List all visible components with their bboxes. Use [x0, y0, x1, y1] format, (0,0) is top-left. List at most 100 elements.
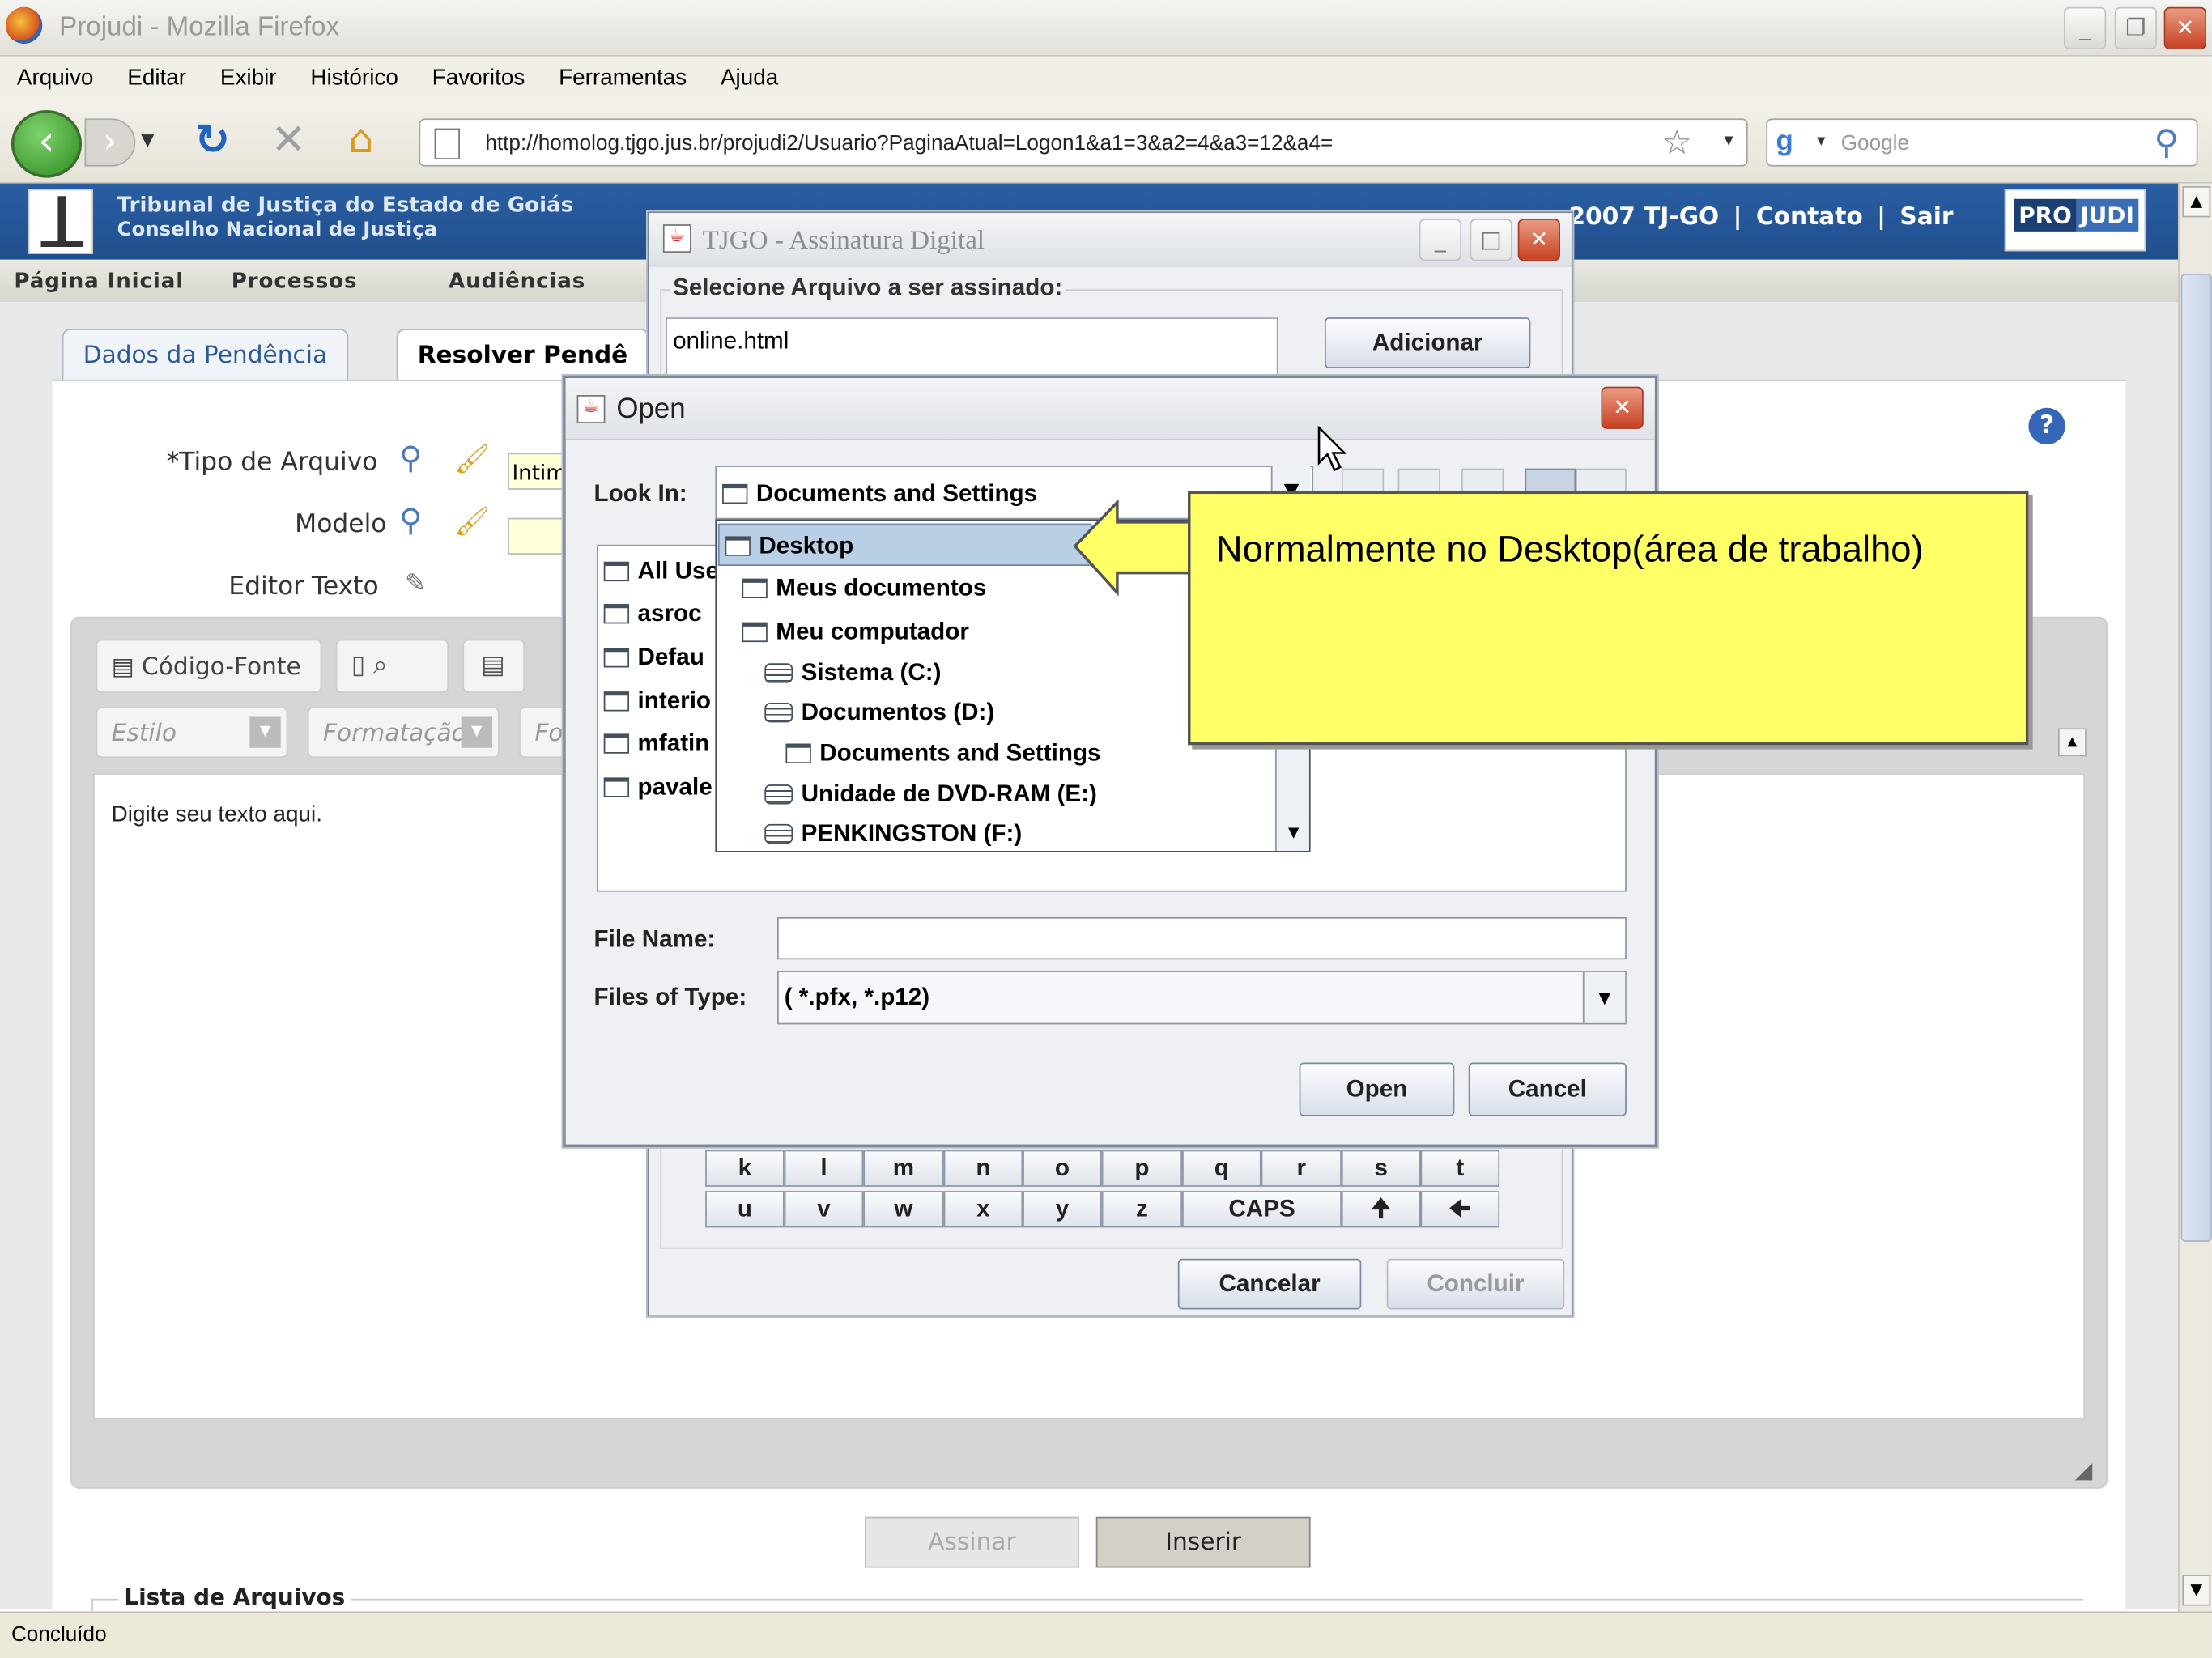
- dropdown-item-meus-documentos[interactable]: Meus documentos: [742, 574, 986, 602]
- key-q[interactable]: q: [1182, 1150, 1261, 1187]
- search-icon[interactable]: ⚲: [399, 504, 422, 539]
- sair-link[interactable]: Sair: [1899, 203, 1953, 232]
- key-s[interactable]: s: [1341, 1150, 1421, 1187]
- editor-texto-label: Editor Texto: [228, 571, 379, 602]
- key-y[interactable]: y: [1023, 1191, 1102, 1228]
- url-bar[interactable]: http://homolog.tjgo.jus.br/projudi2/Usua…: [419, 118, 1748, 167]
- dropdown-item-desktop[interactable]: Desktop: [717, 523, 1092, 566]
- close-button[interactable]: ✕: [1517, 219, 1560, 261]
- window-title: Projudi - Mozilla Firefox: [59, 12, 340, 43]
- new-page-icon[interactable]: ▯ ⌕: [335, 639, 449, 693]
- selected-file-field[interactable]: online.html: [666, 317, 1278, 377]
- stop-icon[interactable]: ✕: [271, 116, 307, 165]
- key-m[interactable]: m: [863, 1150, 944, 1187]
- nav-pagina-inicial[interactable]: Página Inicial: [14, 268, 184, 293]
- close-button[interactable]: ✕: [1601, 386, 1644, 429]
- dropdown-item-meu-computador[interactable]: Meu computador: [742, 618, 969, 646]
- inserir-button[interactable]: Inserir: [1095, 1516, 1311, 1568]
- minimize-button[interactable]: _: [2063, 6, 2107, 50]
- key-backspace-arrow-icon[interactable]: 🠈: [1420, 1191, 1500, 1228]
- list-item[interactable]: Defau: [603, 644, 704, 672]
- history-dropdown-icon[interactable]: ▼: [141, 130, 154, 149]
- key-p[interactable]: p: [1101, 1150, 1183, 1187]
- menu-arquivo[interactable]: Arquivo: [17, 66, 94, 91]
- back-button[interactable]: ‹: [11, 109, 83, 178]
- broom-icon[interactable]: 🖌: [454, 504, 490, 538]
- adicionar-button[interactable]: Adicionar: [1325, 317, 1531, 368]
- folder-icon: [603, 691, 630, 712]
- search-box[interactable]: g ▼ Google ⚲: [1766, 118, 2198, 167]
- menu-ferramentas[interactable]: Ferramentas: [559, 66, 687, 91]
- list-item[interactable]: interio: [603, 687, 711, 716]
- search-engine-dropdown-icon[interactable]: ▼: [1814, 134, 1828, 150]
- key-t[interactable]: t: [1420, 1150, 1500, 1187]
- dropdown-item-documentos-d[interactable]: Documentos (D:): [764, 699, 994, 727]
- minimize-button[interactable]: _: [1419, 219, 1462, 261]
- key-n[interactable]: n: [943, 1150, 1023, 1187]
- menu-historico[interactable]: Histórico: [310, 66, 398, 91]
- key-shift-up-arrow-icon[interactable]: 🠉: [1341, 1191, 1421, 1228]
- forward-button[interactable]: ›: [84, 118, 136, 167]
- style-select[interactable]: Estilo ▼: [96, 707, 288, 758]
- contato-link[interactable]: Contato: [1756, 203, 1863, 232]
- scroll-up-icon[interactable]: ▲: [2058, 728, 2087, 757]
- key-u[interactable]: u: [705, 1191, 785, 1228]
- list-item[interactable]: mfatin: [603, 729, 709, 758]
- edit-icon[interactable]: ✎: [405, 568, 426, 598]
- dropdown-item-dvd-ram-e[interactable]: Unidade de DVD-RAM (E:): [764, 780, 1097, 809]
- close-button[interactable]: ✕: [2163, 6, 2206, 50]
- format-select[interactable]: Formatação ▼: [307, 707, 500, 758]
- tab-dados-pendencia[interactable]: Dados da Pendência: [62, 329, 349, 380]
- home-icon[interactable]: ⌂: [348, 116, 373, 163]
- key-o[interactable]: o: [1023, 1150, 1102, 1187]
- scroll-up-icon[interactable]: ▲: [2182, 186, 2211, 218]
- chevron-down-icon[interactable]: ▼: [1582, 971, 1626, 1023]
- key-k[interactable]: k: [705, 1150, 785, 1187]
- key-caps[interactable]: CAPS: [1182, 1191, 1342, 1228]
- concluir-button: Concluir: [1386, 1258, 1565, 1310]
- tab-resolver-pendencia[interactable]: Resolver Pendê: [396, 329, 649, 383]
- files-of-type-combo[interactable]: ( *.pfx, *.p12) ▼: [777, 971, 1627, 1025]
- nav-audiencias[interactable]: Audiências: [449, 268, 585, 293]
- scroll-down-icon[interactable]: ▼: [2182, 1575, 2211, 1606]
- firefox-window: Projudi - Mozilla Firefox _ ❐ ✕ Arquivo …: [0, 0, 2212, 1658]
- maximize-button[interactable]: □: [1470, 219, 1512, 261]
- nav-processos[interactable]: Processos: [232, 268, 358, 293]
- list-item[interactable]: pavale: [603, 773, 713, 801]
- broom-icon[interactable]: 🖌: [454, 442, 490, 476]
- file-name-field[interactable]: [777, 916, 1627, 960]
- reload-icon[interactable]: ↻: [194, 116, 230, 165]
- callout-text: Normalmente no Desktop(área de trabalho): [1215, 527, 1924, 571]
- menu-exibir[interactable]: Exibir: [220, 66, 277, 91]
- key-w[interactable]: w: [863, 1191, 944, 1228]
- cancelar-button[interactable]: Cancelar: [1177, 1258, 1362, 1310]
- page-scrollbar[interactable]: ▲ ▼: [2178, 183, 2212, 1612]
- menu-ajuda[interactable]: Ajuda: [721, 66, 778, 91]
- scroll-thumb[interactable]: [2180, 274, 2212, 1242]
- url-dropdown-icon[interactable]: ▼: [1721, 133, 1737, 150]
- resize-handle-icon[interactable]: ◢: [2075, 1456, 2092, 1483]
- key-v[interactable]: v: [784, 1191, 864, 1228]
- search-magnifier-icon[interactable]: ⚲: [2154, 123, 2179, 164]
- list-item[interactable]: asroc: [603, 600, 702, 628]
- menu-favoritos[interactable]: Favoritos: [432, 66, 525, 91]
- restore-button[interactable]: ❐: [2114, 6, 2157, 50]
- list-item[interactable]: All Use: [603, 557, 719, 585]
- bookmark-star-icon[interactable]: ☆: [1661, 123, 1691, 164]
- help-icon[interactable]: ?: [2028, 407, 2065, 445]
- dropdown-item-sistema-c[interactable]: Sistema (C:): [764, 659, 941, 687]
- cancel-button[interactable]: Cancel: [1468, 1062, 1627, 1116]
- dropdown-item-penkingston-f[interactable]: PENKINGSTON (F:): [764, 820, 1022, 848]
- template-icon[interactable]: ▤: [462, 639, 525, 693]
- open-button[interactable]: Open: [1299, 1062, 1455, 1116]
- menu-editar[interactable]: Editar: [127, 66, 186, 91]
- scroll-down-icon[interactable]: ▼: [1277, 817, 1309, 851]
- key-r[interactable]: r: [1261, 1150, 1342, 1187]
- dropdown-item-documents-and-settings[interactable]: Documents and Settings: [785, 739, 1101, 767]
- key-z[interactable]: z: [1101, 1191, 1183, 1228]
- signature-dialog-title: TJGO - Assinatura Digital: [702, 225, 985, 256]
- search-icon[interactable]: ⚲: [399, 442, 422, 478]
- source-button[interactable]: ▤ Código-Fonte: [96, 639, 322, 693]
- key-x[interactable]: x: [943, 1191, 1023, 1228]
- key-l[interactable]: l: [784, 1150, 864, 1187]
